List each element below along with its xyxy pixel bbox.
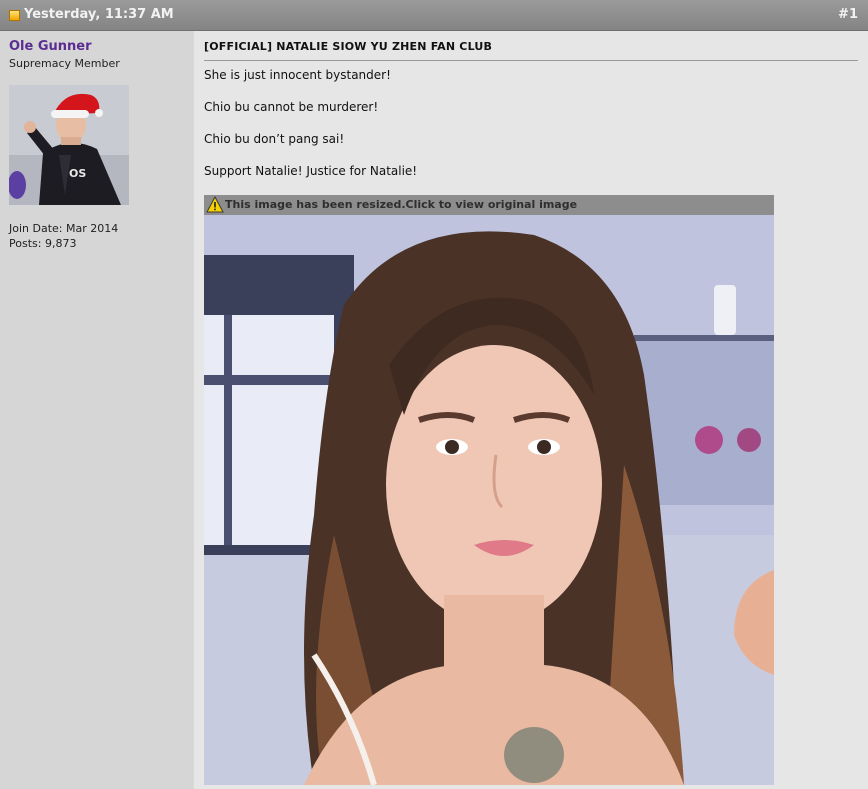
avatar-image: OS <box>9 85 129 205</box>
post-header: Yesterday, 11:37 AM #1 <box>0 0 868 31</box>
post-photo <box>204 215 774 785</box>
post-date: Yesterday, 11:37 AM <box>24 7 174 22</box>
user-title: Supremacy Member <box>9 57 120 70</box>
avatar[interactable]: OS <box>9 85 129 205</box>
user-info-panel: Ole Gunner Supremacy Member OS Join Date… <box>0 31 193 789</box>
warning-icon <box>206 196 224 213</box>
join-date: Join Date: Mar 2014 <box>9 222 119 235</box>
post-number-link[interactable]: #1 <box>838 7 858 22</box>
post-line: Support Natalie! Justice for Natalie! <box>204 164 418 178</box>
image-resize-notice[interactable]: This image has been resized.Click to vie… <box>204 195 774 215</box>
post-line: She is just innocent bystander! <box>204 68 391 82</box>
resize-notice-text: This image has been resized.Click to vie… <box>225 198 578 211</box>
post-count: Posts: 9,873 <box>9 237 77 250</box>
post-line: Chio bu cannot be murderer! <box>204 100 379 114</box>
svg-text:OS: OS <box>69 167 86 180</box>
post-image[interactable] <box>204 215 774 785</box>
post-status-icon <box>9 10 20 21</box>
post-line: Chio bu don’t pang sai! <box>204 132 345 146</box>
post-content: [OFFICIAL] NATALIE SIOW YU ZHEN FAN CLUB… <box>194 31 868 789</box>
post-title: [OFFICIAL] NATALIE SIOW YU ZHEN FAN CLUB <box>204 40 858 61</box>
username-link[interactable]: Ole Gunner <box>9 39 92 54</box>
